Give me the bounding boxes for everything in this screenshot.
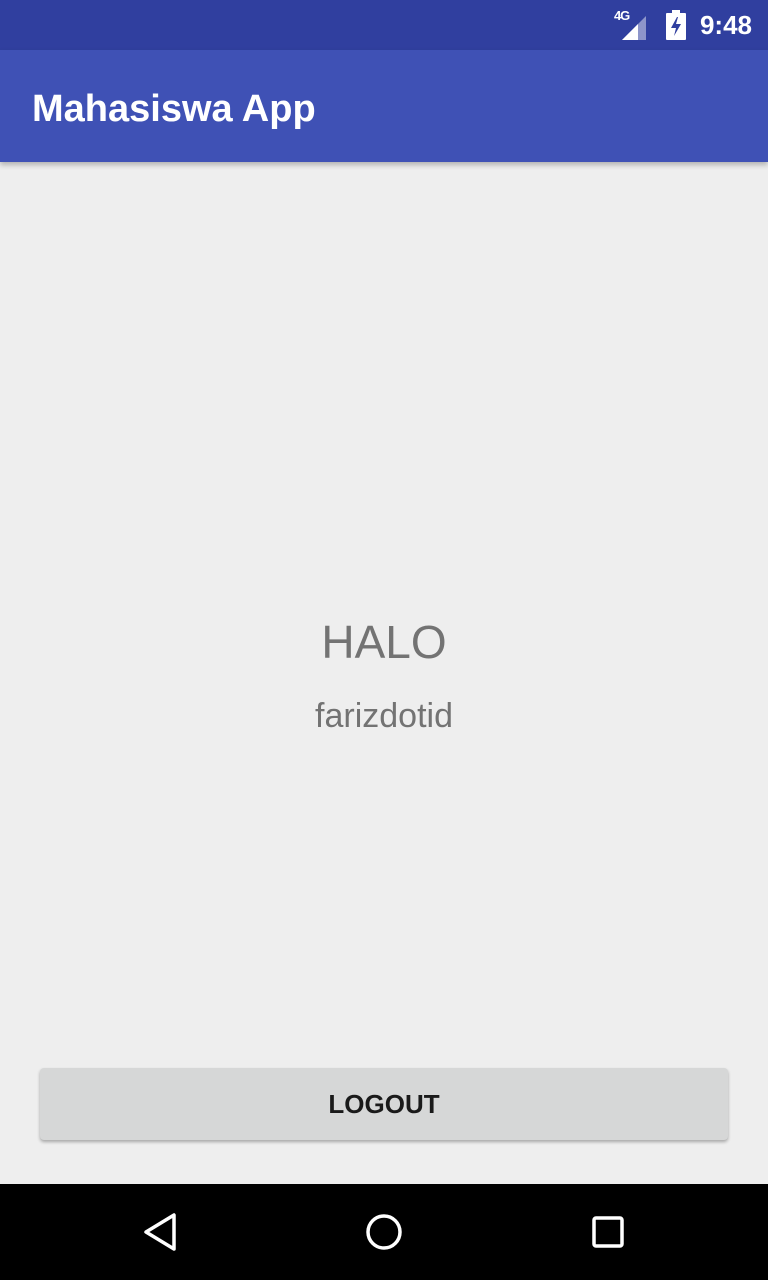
- navigation-bar: [0, 1184, 768, 1280]
- status-bar: 4G 9:48: [0, 0, 768, 50]
- app-title: Mahasiswa App: [32, 88, 316, 130]
- back-icon[interactable]: [130, 1202, 190, 1262]
- battery-charging-icon: [665, 10, 686, 40]
- logout-button[interactable]: LOGOUT: [40, 1068, 728, 1140]
- app-bar: Mahasiswa App: [0, 50, 768, 162]
- clock: 9:48: [699, 9, 752, 40]
- username-text: farizdotid: [315, 697, 453, 735]
- recent-apps-icon[interactable]: [578, 1202, 638, 1262]
- home-icon[interactable]: [354, 1202, 414, 1262]
- signal-icon: 4G: [614, 8, 650, 40]
- greeting-text: HALO: [321, 616, 447, 668]
- status-icons: 4G 9:48: [614, 0, 752, 50]
